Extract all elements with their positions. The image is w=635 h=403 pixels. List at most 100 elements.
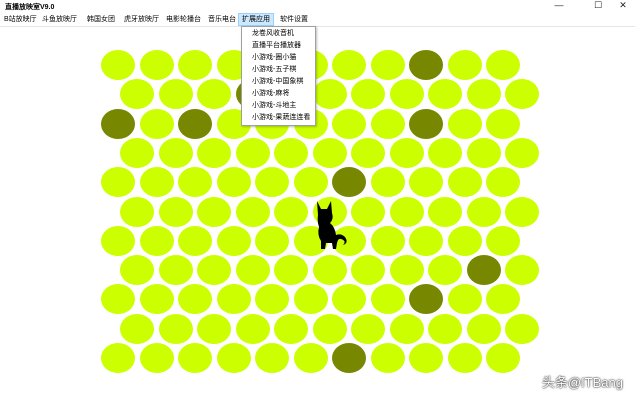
board-cell[interactable] [139,167,174,198]
board-cell[interactable] [120,313,155,344]
maximize-button[interactable]: ☐ [585,0,611,11]
blocked-cell[interactable] [332,167,366,198]
board-cell[interactable] [120,255,155,286]
board-cell[interactable] [158,313,193,344]
board-cell[interactable] [332,284,366,315]
board-cell[interactable] [101,167,135,198]
board-cell[interactable] [409,343,443,373]
menu-item-kpop[interactable]: 韩国女团 [84,14,118,25]
board-cell[interactable] [505,255,540,286]
board-cell[interactable] [178,225,212,256]
board-cell[interactable] [197,313,232,344]
board-cell[interactable] [235,196,270,227]
board-cell[interactable] [255,167,289,198]
board-cell[interactable] [158,79,193,110]
board-cell[interactable] [178,50,212,80]
board-cell[interactable] [139,50,174,80]
board-cell[interactable] [312,313,347,344]
board-cell[interactable] [505,196,540,227]
board-cell[interactable] [389,313,424,344]
dropdown-item-gomoku[interactable]: 小游戏-五子棋 [252,64,296,75]
board-cell[interactable] [370,108,405,139]
board-cell[interactable] [255,284,289,315]
board-cell[interactable] [466,313,501,344]
dropdown-item-live-player[interactable]: 直播平台播放器 [252,40,301,51]
board-cell[interactable] [139,284,174,315]
board-cell[interactable] [235,313,270,344]
blocked-cell[interactable] [466,255,501,286]
board-cell[interactable] [389,255,424,286]
board-cell[interactable] [486,225,520,256]
board-cell[interactable] [486,284,520,315]
board-cell[interactable] [178,167,212,198]
menu-item-music[interactable]: 音乐电台 [205,14,239,25]
board-cell[interactable] [274,196,309,227]
board-cell[interactable] [178,284,212,315]
board-cell[interactable] [428,255,463,286]
blocked-cell[interactable] [332,343,366,373]
board-cell[interactable] [351,313,386,344]
board-cell[interactable] [486,50,520,80]
dropdown-item-radio[interactable]: 龙卷风收音机 [252,28,294,39]
board-cell[interactable] [197,79,232,110]
board-cell[interactable] [139,225,174,256]
board-cell[interactable] [428,137,463,168]
board-cell[interactable] [505,313,540,344]
dropdown-item-mahjong[interactable]: 小游戏-麻将 [252,88,289,99]
board-cell[interactable] [351,137,386,168]
blocked-cell[interactable] [101,108,135,139]
board-cell[interactable] [332,50,366,80]
board-cell[interactable] [505,137,540,168]
dropdown-item-chinese-chess[interactable]: 小游戏-中国象棋 [252,76,303,87]
blocked-cell[interactable] [409,50,443,80]
board-cell[interactable] [428,79,463,110]
board-cell[interactable] [409,167,443,198]
board-cell[interactable] [235,255,270,286]
board-cell[interactable] [332,108,366,139]
dropdown-item-link-game[interactable]: 小游戏-果蔬连连看 [252,112,310,123]
board-cell[interactable] [178,343,212,373]
menu-item-settings[interactable]: 软件设置 [277,14,311,25]
board-cell[interactable] [466,79,501,110]
board-cell[interactable] [101,284,135,315]
board-cell[interactable] [389,196,424,227]
board-cell[interactable] [486,108,520,139]
board-cell[interactable] [197,255,232,286]
board-cell[interactable] [216,167,251,198]
menu-item-douyu[interactable]: 斗鱼放映厅 [39,14,80,25]
blocked-cell[interactable] [409,284,443,315]
board-cell[interactable] [101,343,135,373]
board-cell[interactable] [447,50,482,80]
board-cell[interactable] [370,225,405,256]
board-cell[interactable] [216,343,251,373]
board-cell[interactable] [274,255,309,286]
board-cell[interactable] [312,255,347,286]
board-cell[interactable] [389,79,424,110]
board-cell[interactable] [428,313,463,344]
board-cell[interactable] [255,343,289,373]
board-cell[interactable] [447,343,482,373]
blocked-cell[interactable] [178,108,212,139]
board-cell[interactable] [447,225,482,256]
board-cell[interactable] [120,79,155,110]
board-cell[interactable] [158,196,193,227]
board-cell[interactable] [255,225,289,256]
board-cell[interactable] [120,196,155,227]
board-cell[interactable] [101,50,135,80]
board-cell[interactable] [466,137,501,168]
board-cell[interactable] [139,343,174,373]
board-cell[interactable] [505,79,540,110]
board-cell[interactable] [351,79,386,110]
board-cell[interactable] [447,108,482,139]
menu-item-bilibili[interactable]: B站放映厅 [1,14,40,25]
board-cell[interactable] [370,50,405,80]
dropdown-item-circle-cat[interactable]: 小游戏-圈小猫 [252,52,296,63]
board-cell[interactable] [197,137,232,168]
board-cell[interactable] [389,137,424,168]
menu-item-movies[interactable]: 电影轮播台 [163,14,204,25]
board-cell[interactable] [293,167,328,198]
board-cell[interactable] [466,196,501,227]
dropdown-item-doudizhu[interactable]: 小游戏-斗地主 [252,100,296,111]
board-cell[interactable] [139,108,174,139]
board-cell[interactable] [274,313,309,344]
